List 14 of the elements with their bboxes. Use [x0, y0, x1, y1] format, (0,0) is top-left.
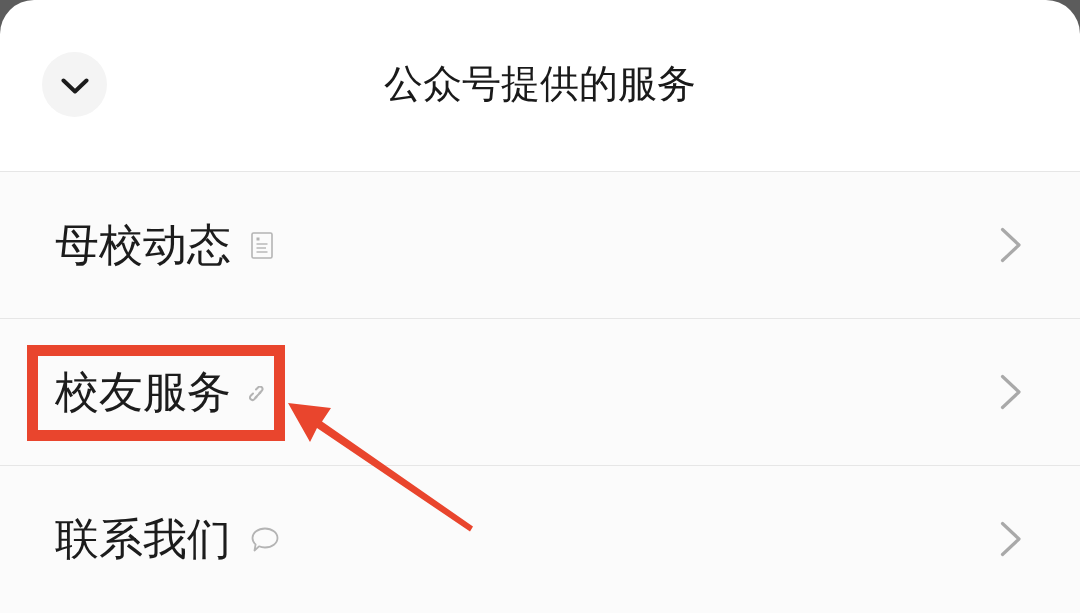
service-label: 校友服务: [55, 366, 231, 418]
service-row[interactable]: 校友服务: [0, 318, 1080, 465]
service-label: 母校动态: [55, 219, 231, 271]
chevron-down-icon: [60, 77, 89, 94]
chevron-right-icon: [1000, 521, 1022, 557]
sheet-title: 公众号提供的服务: [383, 59, 697, 108]
speech-bubble-icon: [251, 526, 279, 552]
service-row[interactable]: 母校动态: [0, 171, 1080, 318]
chevron-right-icon: [1000, 227, 1022, 263]
service-label: 联系我们: [55, 513, 231, 565]
link-icon: [249, 386, 267, 404]
document-icon: [251, 231, 273, 259]
service-row[interactable]: 联系我们: [0, 465, 1080, 612]
chevron-right-icon: [1000, 374, 1022, 410]
